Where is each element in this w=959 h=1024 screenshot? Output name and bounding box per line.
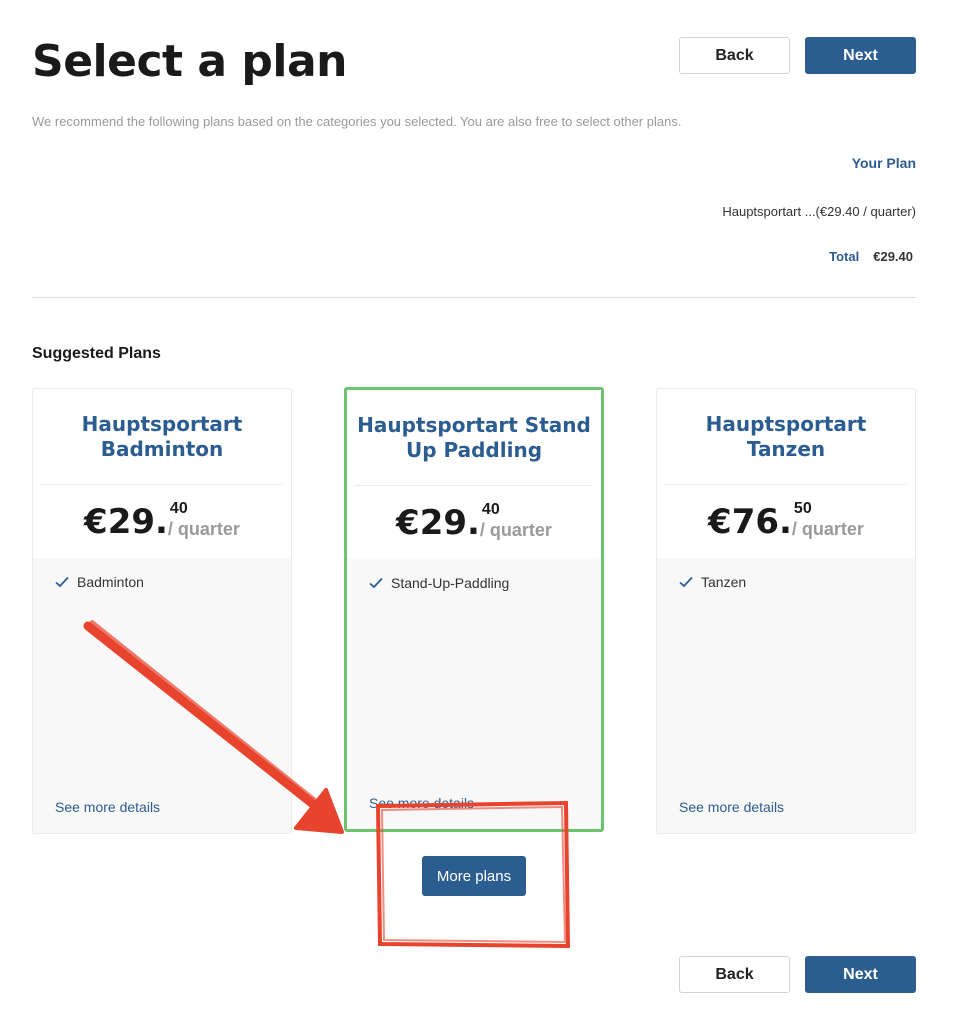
plan-card-body: Badminton See more details (33, 558, 291, 833)
divider (32, 297, 916, 298)
see-more-details-link[interactable]: See more details (679, 799, 784, 815)
plan-card-body: Tanzen See more details (657, 558, 915, 833)
check-icon (679, 576, 693, 588)
back-button[interactable]: Back (679, 37, 790, 74)
plan-card-stand-up-paddling[interactable]: Hauptsportart Stand Up Paddling €29. 40 … (344, 387, 604, 832)
price-main: €29. (396, 503, 480, 543)
price-cents: 40 (169, 500, 188, 517)
see-more-details-link[interactable]: See more details (369, 795, 474, 811)
plan-price: €76. 50 / quarter (657, 485, 915, 559)
next-button[interactable]: Next (805, 37, 916, 74)
page-subtitle: We recommend the following plans based o… (32, 114, 682, 129)
plan-card-body: Stand-Up-Paddling See more details (347, 559, 601, 829)
total-row: Total €29.40 (829, 249, 913, 264)
footer-back-button[interactable]: Back (679, 956, 790, 993)
plan-feature-label: Tanzen (701, 574, 747, 590)
plan-feature-label: Stand-Up-Paddling (391, 575, 510, 591)
price-period: / quarter (479, 520, 552, 540)
your-plan-heading: Your Plan (851, 155, 916, 171)
price-cents: 50 (793, 500, 812, 517)
plan-card-badminton[interactable]: Hauptsportart Badminton €29. 40 / quarte… (32, 388, 292, 834)
see-more-details-link[interactable]: See more details (55, 799, 160, 815)
check-icon (55, 576, 69, 588)
plan-card-header: Hauptsportart Stand Up Paddling (347, 390, 601, 485)
footer-next-button[interactable]: Next (805, 956, 916, 993)
total-value: €29.40 (873, 249, 913, 264)
price-main: €76. (708, 502, 792, 542)
price-cents: 40 (481, 501, 500, 518)
plan-name: Hauptsportart Stand Up Paddling (357, 412, 591, 462)
plan-price: €29. 40 / quarter (347, 486, 601, 560)
plan-feature: Stand-Up-Paddling (369, 575, 509, 591)
plan-price: €29. 40 / quarter (33, 485, 291, 559)
total-label: Total (829, 249, 860, 264)
suggested-plans-title: Suggested Plans (32, 345, 161, 362)
plan-name: Hauptsportart Badminton (81, 411, 243, 461)
more-plans-button[interactable]: More plans (422, 856, 526, 896)
price-period: / quarter (167, 519, 240, 539)
plan-card-tanzen[interactable]: Hauptsportart Tanzen €76. 50 / quarter T… (656, 388, 916, 834)
plan-card-header: Hauptsportart Badminton (33, 389, 291, 484)
plan-name: Hauptsportart Tanzen (705, 411, 867, 461)
plan-feature: Tanzen (679, 574, 746, 590)
check-icon (369, 577, 383, 589)
plan-feature: Badminton (55, 574, 144, 590)
plan-card-header: Hauptsportart Tanzen (657, 389, 915, 484)
plan-feature-label: Badminton (77, 574, 144, 590)
your-plan-line: Hauptsportart ...(€29.40 / quarter) (722, 204, 916, 219)
price-period: / quarter (791, 519, 864, 539)
price-main: €29. (84, 502, 168, 542)
page-title: Select a plan (32, 36, 348, 87)
